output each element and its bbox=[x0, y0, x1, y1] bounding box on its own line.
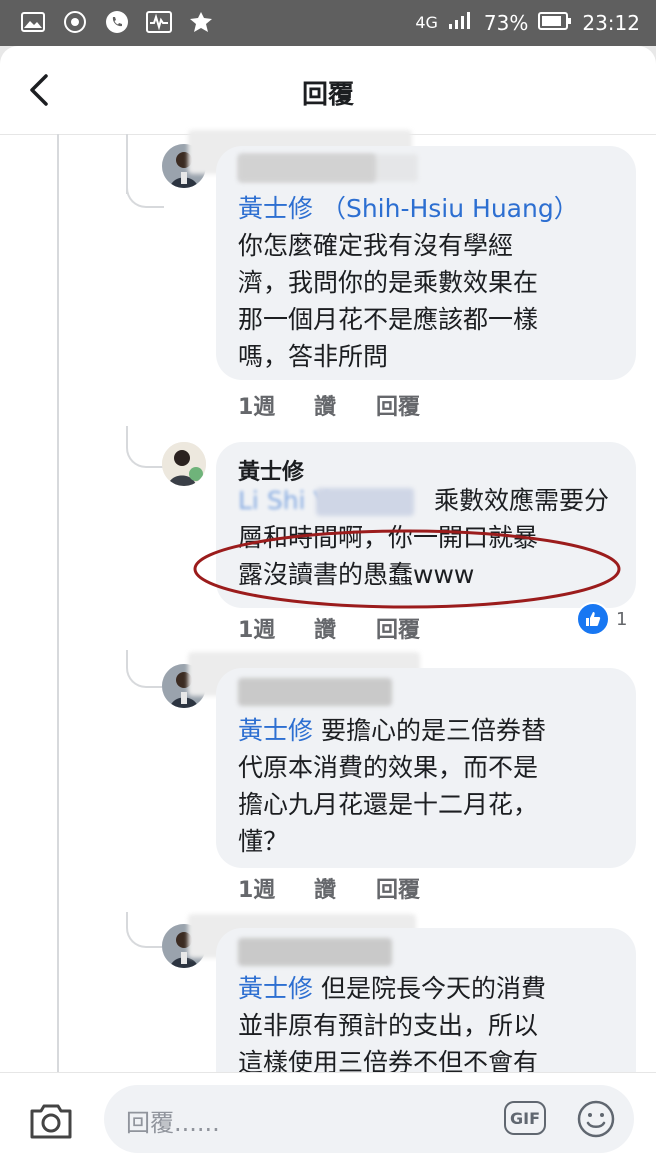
reaction-count: 1 bbox=[616, 608, 628, 630]
like-button[interactable]: 讚 bbox=[314, 389, 376, 421]
avatar[interactable] bbox=[162, 442, 206, 486]
reply-button[interactable]: 回覆 bbox=[376, 872, 420, 904]
redacted-mention bbox=[316, 488, 414, 516]
comment-bubble: 黃士修 要擔心的是三倍券替 代原本消費的效果，而不是 擔心九月花還是十二月花， … bbox=[216, 668, 636, 868]
comment-actions: 1週 讚 回覆 bbox=[238, 612, 420, 644]
reply-button[interactable]: 回覆 bbox=[376, 612, 420, 644]
reply-connector bbox=[126, 146, 164, 208]
timestamp[interactable]: 1週 bbox=[238, 612, 314, 644]
reply-connector bbox=[126, 650, 164, 688]
gif-button[interactable]: GIF bbox=[504, 1101, 546, 1135]
network-indicator: 4G bbox=[415, 13, 438, 32]
reply-connector bbox=[126, 912, 164, 948]
comment-text-start: 要擔心的是三倍券替 bbox=[313, 716, 546, 745]
comment-actions: 1週 讚 回覆 bbox=[238, 872, 420, 904]
thumbs-up-icon bbox=[576, 602, 610, 636]
signal-icon bbox=[448, 10, 474, 35]
page-title: 回覆 bbox=[301, 80, 354, 110]
reply-button[interactable]: 回覆 bbox=[376, 389, 420, 421]
mention-link[interactable]: 黃士修 bbox=[238, 716, 313, 745]
reply-connector bbox=[126, 426, 164, 468]
like-button[interactable]: 讚 bbox=[314, 612, 376, 644]
clock: 23:12 bbox=[582, 10, 640, 35]
battery-icon bbox=[538, 11, 572, 35]
reply-sheet: 回覆 黃士修 （Shih-Hsiu Huang） 你怎麼確定我有沒有學經 濟，我… bbox=[0, 46, 656, 1166]
thread-line bbox=[57, 134, 59, 1118]
battery-percent: 73% bbox=[483, 10, 529, 35]
camera-icon[interactable] bbox=[28, 1101, 74, 1141]
mention-link[interactable]: 黃士修 bbox=[238, 974, 313, 1003]
gallery-icon bbox=[20, 10, 46, 34]
composer-bar: 回覆...... GIF bbox=[0, 1072, 656, 1166]
phone-icon bbox=[104, 10, 130, 34]
comment-text: 你怎麼確定我有沒有學經 濟，我問你的是乘數效果在 那一個月花不是應該都一樣 嗎，… bbox=[238, 231, 539, 371]
reaction-badge[interactable]: 1 bbox=[576, 602, 627, 636]
status-bar: 4G 73% 23:12 bbox=[0, 0, 656, 46]
mention-link[interactable]: 黃士修 （Shih-Hsiu Huang） bbox=[238, 190, 579, 227]
header: 回覆 bbox=[0, 46, 656, 135]
comment-text-first-line: 乘數效應需要分 bbox=[434, 486, 610, 515]
emoji-icon[interactable] bbox=[576, 1099, 616, 1139]
redacted-author bbox=[238, 938, 392, 966]
emblem-icon bbox=[62, 10, 88, 34]
app-icon bbox=[188, 10, 214, 34]
like-button[interactable]: 讚 bbox=[314, 872, 376, 904]
comment-bubble: 黃士修 （Shih-Hsiu Huang） 你怎麼確定我有沒有學經 濟，我問你的… bbox=[216, 146, 636, 380]
reply-input[interactable]: 回覆...... GIF bbox=[104, 1085, 634, 1153]
timestamp[interactable]: 1週 bbox=[238, 872, 314, 904]
comment-text-first-line: 黃士修 但是院長今天的消費 bbox=[238, 970, 628, 1007]
comment-text-first-line: 黃士修 要擔心的是三倍券替 bbox=[238, 712, 628, 749]
comment-text-start: 但是院長今天的消費 bbox=[313, 974, 546, 1003]
activity-icon bbox=[146, 10, 172, 34]
reply-input-placeholder: 回覆...... bbox=[126, 1109, 220, 1137]
comment-text: 並非原有預計的支出，所以 這樣使用三倍券不但不會有 bbox=[238, 1011, 539, 1077]
highlight-ellipse bbox=[193, 529, 621, 609]
redacted-author bbox=[238, 678, 392, 706]
redacted-author-blur bbox=[238, 154, 418, 182]
timestamp[interactable]: 1週 bbox=[238, 389, 314, 421]
comment-text: 代原本消費的效果，而不是 擔心九月花還是十二月花， 懂？ bbox=[238, 753, 539, 856]
comment-actions: 1週 讚 回覆 bbox=[238, 389, 420, 421]
